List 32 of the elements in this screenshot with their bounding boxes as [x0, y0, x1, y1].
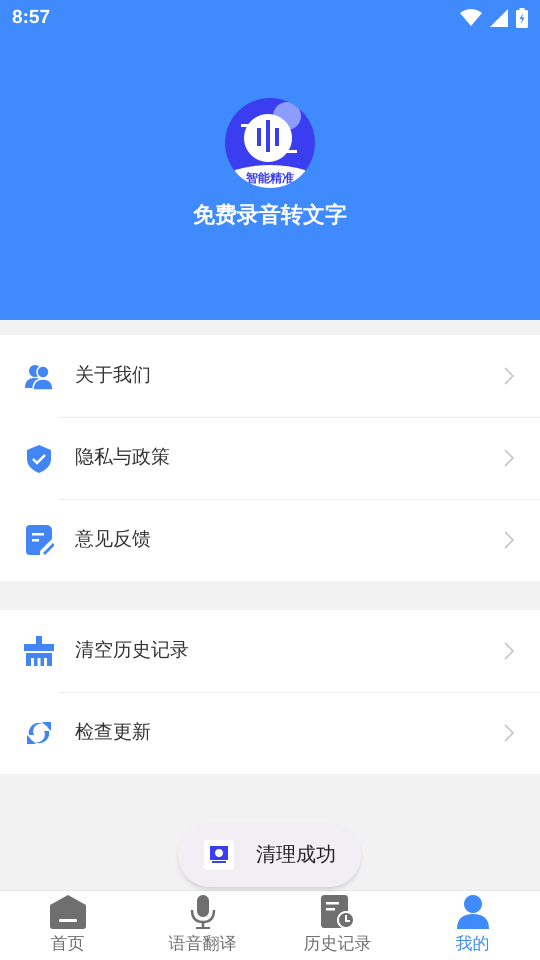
menu-item[interactable]: 清空历史记录: [0, 610, 540, 692]
menu-item[interactable]: 隐私与政策: [0, 417, 540, 499]
nav-tab[interactable]: 语音翻译: [135, 891, 270, 960]
menu-item[interactable]: 意见反馈: [0, 499, 540, 581]
history-icon: [320, 894, 354, 929]
app-title: 免费录音转文字: [193, 201, 347, 229]
mic-icon: [188, 894, 216, 929]
wifi-icon: [460, 9, 482, 27]
home-icon: [50, 894, 86, 929]
note-icon: [23, 525, 55, 555]
logo-badge-text: 智能精准: [245, 172, 295, 184]
menu-label: 关于我们: [75, 364, 152, 388]
status-time: 8:57: [12, 6, 50, 30]
menu-label: 检查更新: [75, 720, 152, 745]
chevron-icon: [504, 642, 514, 660]
chevron-icon: [504, 367, 514, 385]
menu-label: 意见反馈: [75, 528, 152, 552]
battery-icon: [516, 8, 528, 28]
chevron-icon: [504, 531, 514, 549]
menu-item[interactable]: 关于我们: [0, 335, 540, 417]
nav-tab[interactable]: 首页: [0, 891, 135, 960]
user-icon: [456, 894, 488, 929]
menu-label: 清空历史记录: [75, 638, 190, 663]
chevron-icon: [504, 449, 514, 467]
menu-label: 隐私与政策: [75, 446, 171, 470]
nav-tab[interactable]: 历史记录: [270, 891, 405, 960]
app-icon: [204, 840, 234, 870]
toast-message: 清理成功: [256, 843, 336, 868]
signal-icon: [490, 9, 508, 27]
chevron-icon: [504, 724, 514, 742]
broom-icon: [23, 636, 55, 666]
menu-item[interactable]: 检查更新: [0, 692, 540, 774]
